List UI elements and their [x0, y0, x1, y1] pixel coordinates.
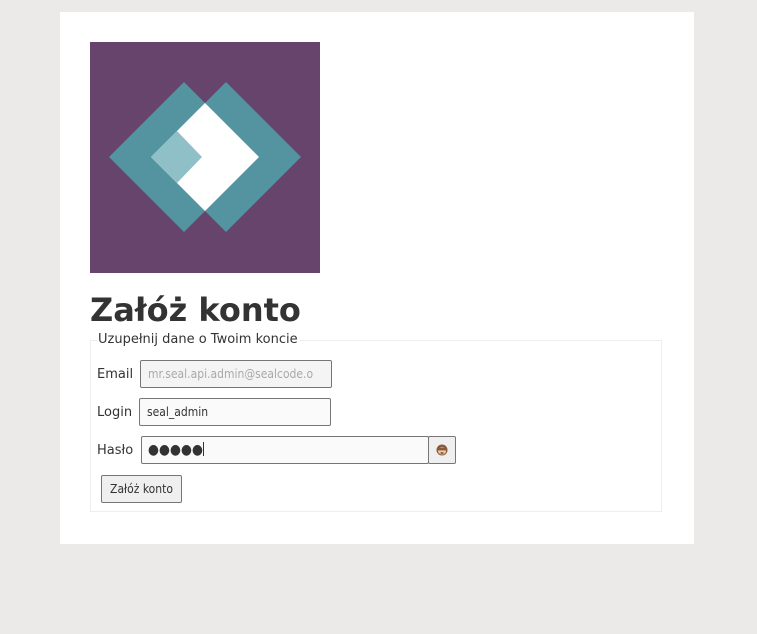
fieldset-legend: Uzupełnij dane o Twoim koncie — [97, 332, 299, 348]
password-field[interactable]: ●●●●● — [141, 436, 429, 464]
signup-card: Załóż konto Uzupełnij dane o Twoim konci… — [60, 12, 694, 544]
password-masked-value: ●●●●● — [148, 442, 203, 458]
toggle-password-visibility-button[interactable] — [428, 436, 456, 464]
email-label: Email — [97, 367, 134, 382]
email-field[interactable]: mr.seal.api.admin@sealcode.o — [140, 360, 332, 388]
app-logo-icon — [90, 42, 320, 273]
login-value: seal_admin — [147, 405, 209, 419]
monkey-face-icon — [436, 444, 448, 456]
text-caret — [202, 442, 204, 456]
account-details-fieldset: Uzupełnij dane o Twoim koncie Email mr.s… — [90, 332, 662, 512]
page-title: Załóż konto — [90, 291, 301, 329]
login-field[interactable]: seal_admin — [139, 398, 331, 426]
password-label: Hasło — [97, 443, 134, 458]
create-account-button[interactable]: Załóż konto — [101, 475, 182, 503]
login-label: Login — [97, 405, 133, 420]
email-placeholder: mr.seal.api.admin@sealcode.o — [148, 367, 314, 381]
